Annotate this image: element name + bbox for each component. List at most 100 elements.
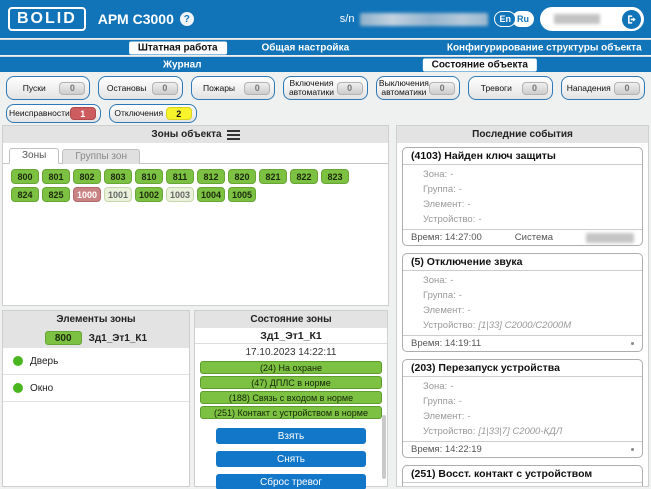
state-list: (24) На охране (47) ДПЛС в норме (188) Свя… xyxy=(195,361,387,419)
event-field-value: - xyxy=(459,290,462,301)
state-panel-title: Состояние зоны xyxy=(250,314,331,325)
zone-button[interactable]: 821 xyxy=(259,169,287,184)
counter-button[interactable]: Нападения0 xyxy=(561,76,645,100)
counter-rows: Пуски0 Остановы0 Пожары0 Включения автомати… xyxy=(0,73,651,130)
tab-sostoyanie-obekta[interactable]: Состояние объекта xyxy=(423,58,537,71)
elements-panel-title: Элементы зоны xyxy=(56,314,135,325)
zone-button[interactable]: 811 xyxy=(166,169,194,184)
counter-label: Тревоги xyxy=(471,84,521,93)
action-button[interactable]: Сброс тревог xyxy=(216,474,366,489)
counter-label: Неисправности xyxy=(9,109,70,118)
zone-button[interactable]: 825 xyxy=(42,187,70,202)
logout-button[interactable] xyxy=(622,10,641,29)
counter-button[interactable]: Остановы0 xyxy=(98,76,182,100)
zone-button[interactable]: 802 xyxy=(73,169,101,184)
zone-button[interactable]: 803 xyxy=(104,169,132,184)
state-zone-name: Зд1_Эт1_К1 xyxy=(195,328,387,344)
zone-state-bar: (47) ДПЛС в норме xyxy=(200,376,382,389)
zone-button[interactable]: 1002 xyxy=(135,187,163,202)
event-field-label: Устройство: xyxy=(423,320,475,331)
counter-badge: 0 xyxy=(337,82,363,95)
event-card[interactable]: (4103) Найден ключ защитыЗона:-Группа:-Э… xyxy=(402,147,643,246)
counter-button[interactable]: Неисправности1 xyxy=(6,104,101,123)
zone-button[interactable]: 801 xyxy=(42,169,70,184)
language-toggle: En Ru xyxy=(494,11,534,27)
zone-button[interactable]: 822 xyxy=(290,169,318,184)
tab-konfigurirovanie[interactable]: Конфигурирование структуры объекта xyxy=(447,42,642,53)
event-card[interactable]: (5) Отключение звукаЗона:-Группа:-Элемен… xyxy=(402,253,643,352)
event-time: Время: 14:19:11 xyxy=(411,338,481,349)
tab-shtatnaya-rabota[interactable]: Штатная работа xyxy=(129,41,227,54)
element-label: Окно xyxy=(30,383,53,394)
app-header: BOLID АРМ С3000 ? s/n En Ru xyxy=(0,0,651,38)
event-title: (4103) Найден ключ защиты xyxy=(403,148,642,165)
events-panel-title: Последние события xyxy=(472,129,573,140)
serial-label: s/n xyxy=(340,13,355,25)
event-field-value: - xyxy=(467,305,470,316)
event-source: Система xyxy=(515,232,553,243)
event-field: Зона:- xyxy=(403,379,642,394)
redacted-serial-number xyxy=(360,13,488,26)
event-card[interactable]: (203) Перезапуск устройстваЗона:-Группа:… xyxy=(402,359,643,458)
event-fields: Зона:-Группа:-Элемент:-Устройство:[1|33]… xyxy=(403,271,642,335)
counter-button[interactable]: Тревоги0 xyxy=(468,76,552,100)
state-timestamp: 17.10.2023 14:22:11 xyxy=(195,345,387,359)
user-pill[interactable] xyxy=(540,7,644,31)
event-card[interactable]: (251) Восст. контакт с устройствомЗона:-… xyxy=(402,465,643,487)
counter-button[interactable]: Пуски0 xyxy=(6,76,90,100)
logout-icon xyxy=(626,14,637,25)
action-button[interactable]: Снять xyxy=(216,451,366,467)
event-field: Элемент:- xyxy=(403,197,642,212)
counter-label: Нападения xyxy=(564,84,614,93)
event-field-label: Элемент: xyxy=(423,305,464,316)
zone-button[interactable]: 1003 xyxy=(166,187,194,202)
zone-button[interactable]: 800 xyxy=(11,169,39,184)
event-field-label: Элемент: xyxy=(423,199,464,210)
counter-badge: 0 xyxy=(244,82,270,95)
event-footer: Время: 14:22:19 xyxy=(403,441,642,457)
event-field-value: [1|33] С2000/С2000М xyxy=(478,320,571,331)
zone-button[interactable]: 824 xyxy=(11,187,39,202)
counter-button[interactable]: Отключения2 xyxy=(109,104,197,123)
action-button[interactable]: Взять xyxy=(216,428,366,444)
zone-button[interactable]: 810 xyxy=(135,169,163,184)
zones-panel-header: Зоны объекта xyxy=(3,126,388,143)
apm-c3000-window: BOLID АРМ С3000 ? s/n En Ru Штатная xyxy=(0,0,651,489)
zone-button[interactable]: 1000 xyxy=(73,187,101,202)
event-field-value: - xyxy=(459,184,462,195)
scrollbar-thumb[interactable] xyxy=(382,415,386,479)
event-field-value: - xyxy=(478,214,481,225)
event-title: (251) Восст. контакт с устройством xyxy=(403,466,642,483)
tab-zony[interactable]: Зоны xyxy=(9,148,59,164)
tab-gruppy-zon[interactable]: Группы зон xyxy=(62,149,140,164)
counter-button[interactable]: Включения автоматики0 xyxy=(283,76,367,100)
zone-elements-panel: Элементы зоны 800 Зд1_Эт1_К1 ДверьОкно xyxy=(2,310,190,487)
nav-row-main: Штатная работа Общая настройка Конфигури… xyxy=(0,39,651,55)
hamburger-menu-icon[interactable] xyxy=(227,130,240,140)
zone-state-bar: (24) На охране xyxy=(200,361,382,374)
event-field: Устройство:- xyxy=(403,212,642,227)
zone-button[interactable]: 1001 xyxy=(104,187,132,202)
element-list: Дверь Окно xyxy=(3,348,189,402)
counter-button[interactable]: Пожары0 xyxy=(191,76,275,100)
event-field-value: [1|33|7] С2000-КДЛ xyxy=(478,426,562,437)
element-list-item[interactable]: Окно xyxy=(3,375,189,402)
counter-label: Отключения xyxy=(112,109,166,118)
help-icon[interactable]: ? xyxy=(180,12,194,26)
tab-zhurnal[interactable]: Журнал xyxy=(163,59,202,70)
lang-en-button[interactable]: En xyxy=(494,11,516,27)
zone-button[interactable]: 820 xyxy=(228,169,256,184)
nav-row-sub: Журнал Состояние объекта xyxy=(0,56,651,72)
zone-button[interactable]: 823 xyxy=(321,169,349,184)
zone-button[interactable]: 812 xyxy=(197,169,225,184)
event-field-label: Группа: xyxy=(423,184,456,195)
event-time: Время: 14:22:19 xyxy=(411,444,482,455)
bolid-logo: BOLID xyxy=(8,7,86,31)
status-dot-icon xyxy=(13,356,23,366)
counter-button[interactable]: Выключения автоматики0 xyxy=(376,76,460,100)
element-list-item[interactable]: Дверь xyxy=(3,348,189,375)
tab-obshchaya-nastroyka[interactable]: Общая настройка xyxy=(261,42,349,53)
zone-state-bar: (188) Связь с входом в норме xyxy=(200,391,382,404)
zone-button[interactable]: 1004 xyxy=(197,187,225,202)
zone-button[interactable]: 1005 xyxy=(228,187,256,202)
